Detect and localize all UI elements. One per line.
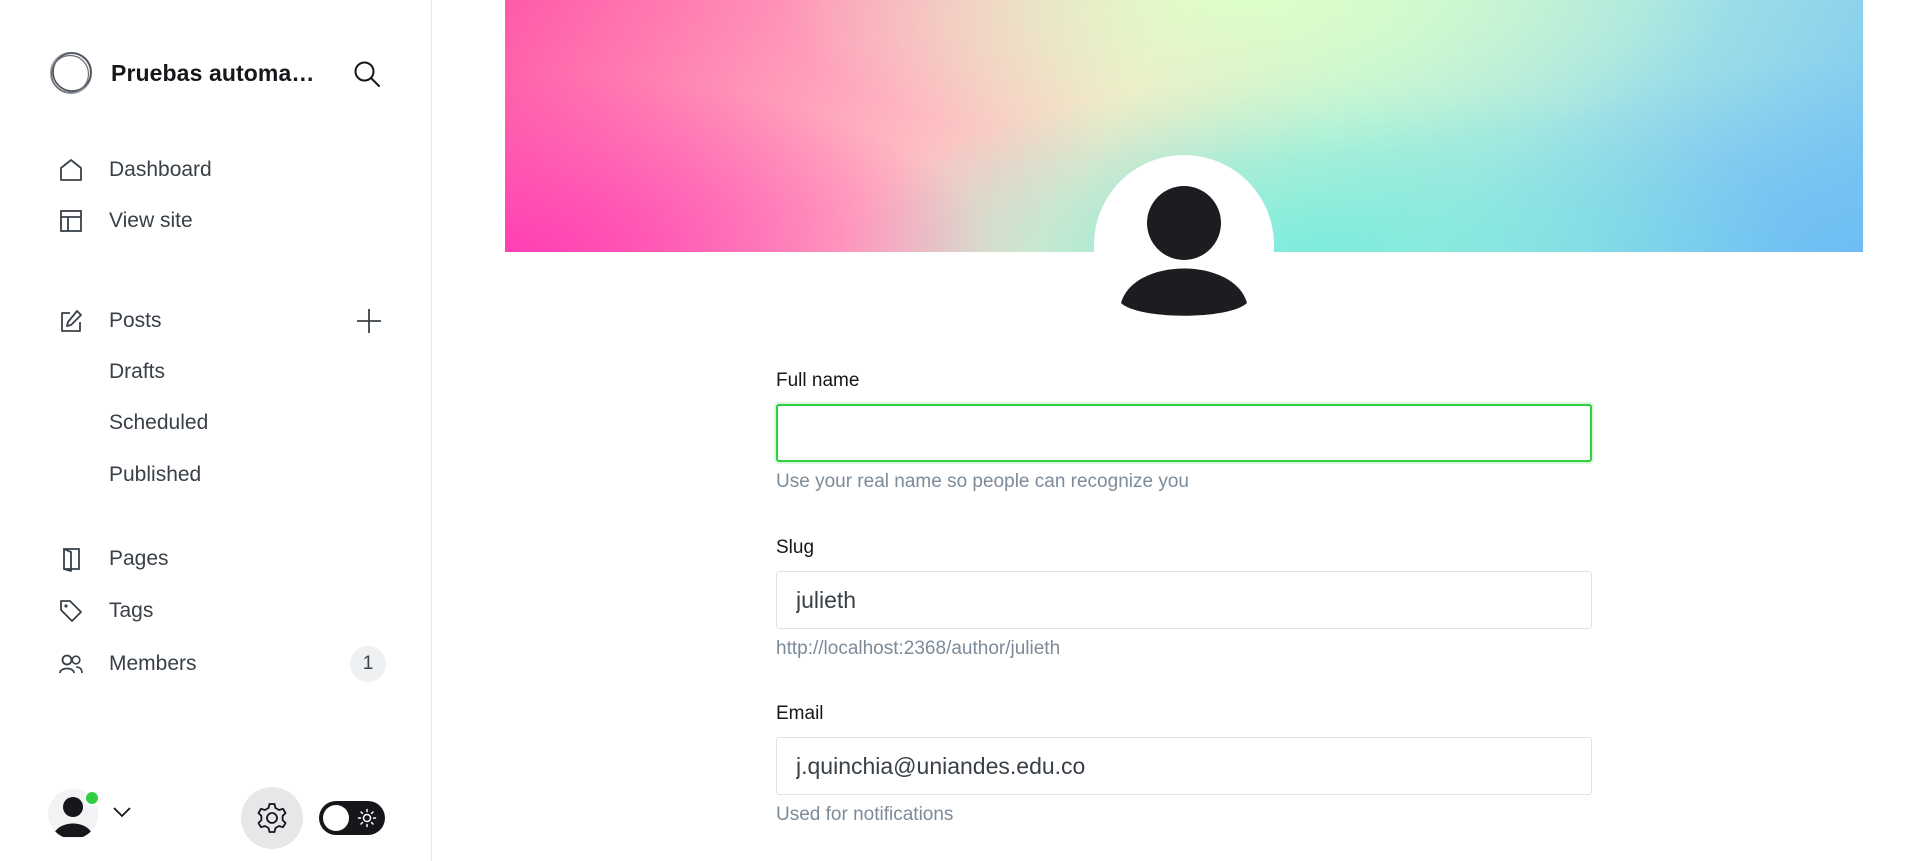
nav-members[interactable]: Members: [56, 644, 386, 684]
nav-members-label: Members: [109, 652, 197, 675]
full-name-input[interactable]: [776, 404, 1592, 462]
nav-drafts[interactable]: Drafts: [109, 352, 165, 392]
nav-pages[interactable]: Pages: [56, 539, 386, 579]
edit-icon: [56, 306, 86, 336]
theme-toggle[interactable]: [319, 801, 385, 835]
online-status-dot: [84, 790, 100, 806]
nav-posts[interactable]: Posts: [56, 301, 386, 341]
nav-dashboard[interactable]: Dashboard: [56, 150, 386, 190]
nav-published[interactable]: Published: [109, 455, 201, 495]
chevron-down-icon: [112, 805, 132, 823]
pages-icon: [56, 544, 86, 574]
site-title: Pruebas automatizadas: [111, 59, 321, 86]
nav-tags-label: Tags: [109, 599, 154, 622]
slug-input[interactable]: [776, 571, 1592, 629]
slug-label: Slug: [776, 537, 815, 558]
nav-tags[interactable]: Tags: [56, 591, 386, 631]
nav-scheduled[interactable]: Scheduled: [109, 403, 208, 443]
nav-view-site[interactable]: View site: [56, 201, 386, 241]
profile-photo[interactable]: [1094, 155, 1274, 335]
new-post-plus-icon[interactable]: [354, 306, 384, 336]
nav-pages-label: Pages: [109, 547, 169, 570]
members-icon: [56, 649, 86, 679]
site-logo-icon: [48, 50, 94, 96]
user-avatar-icon: [1121, 186, 1247, 316]
site-brand[interactable]: Pruebas automatizadas: [48, 49, 321, 97]
settings-gear-icon[interactable]: [241, 787, 303, 849]
members-count-badge: 1: [350, 646, 386, 682]
slug-url-hint: http://localhost:2368/author/julieth: [776, 638, 1061, 659]
home-icon: [56, 155, 86, 185]
full-name-label: Full name: [776, 370, 860, 391]
nav-view-site-label: View site: [109, 209, 193, 232]
layout-icon: [56, 206, 86, 236]
sun-icon: [357, 808, 377, 828]
search-icon[interactable]: [350, 57, 384, 91]
nav-dashboard-label: Dashboard: [109, 158, 212, 181]
full-name-hint: Use your real name so people can recogni…: [776, 471, 1189, 492]
sidebar: Pruebas automatizadas Dashboard View sit…: [0, 0, 432, 861]
nav-posts-label: Posts: [109, 309, 162, 332]
email-input[interactable]: [776, 737, 1592, 795]
toggle-knob: [323, 805, 349, 831]
tag-icon: [56, 596, 86, 626]
email-hint: Used for notifications: [776, 804, 954, 825]
email-label: Email: [776, 703, 824, 724]
